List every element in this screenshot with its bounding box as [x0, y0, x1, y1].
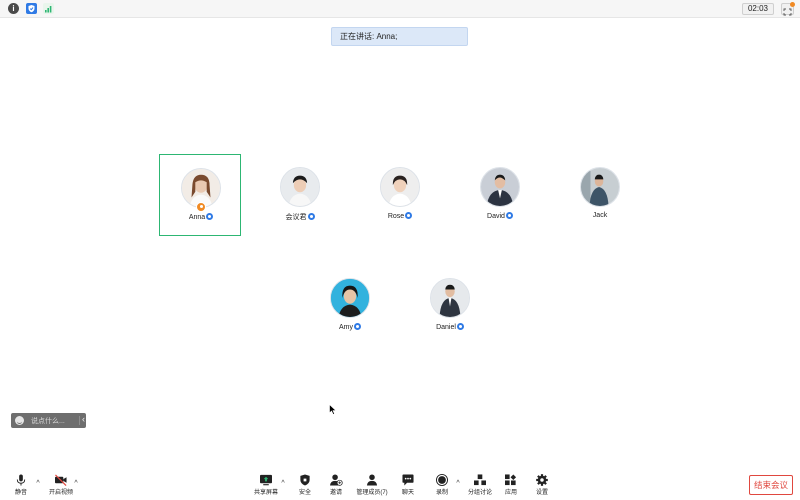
- member-badge-icon: [354, 323, 361, 330]
- end-meeting-button[interactable]: 结束会议: [749, 475, 793, 495]
- top-status-bar: i 02:03: [0, 0, 800, 18]
- apps-label: 应用: [504, 490, 517, 496]
- members-icon: [366, 474, 378, 486]
- chat-icon: [402, 474, 414, 486]
- notification-dot: [790, 2, 795, 7]
- settings-button[interactable]: 设置: [523, 474, 561, 496]
- chat-label: 聊天: [401, 490, 414, 496]
- host-icon: [196, 202, 206, 212]
- speaking-indicator: 正在讲话: Anna;: [331, 27, 468, 46]
- share-screen-icon: [260, 474, 272, 486]
- apps-icon: [505, 474, 517, 486]
- participant-name: Rose: [359, 212, 441, 220]
- invite-button[interactable]: 邀请: [317, 474, 355, 496]
- participant-tile-amy[interactable]: Amy: [309, 265, 391, 347]
- share-label: 共享屏幕: [253, 490, 278, 496]
- signal-icon[interactable]: [43, 3, 54, 14]
- manage-members-button[interactable]: 管理成员(7): [353, 474, 391, 496]
- video-label: 开启视频: [48, 490, 73, 496]
- video-options-caret-icon[interactable]: ^: [72, 480, 80, 487]
- member-badge-icon: [505, 212, 513, 219]
- add-user-icon: [330, 474, 343, 486]
- expand-icon[interactable]: [781, 2, 795, 16]
- security-label: 安全: [298, 490, 311, 496]
- shield-icon: [300, 474, 310, 486]
- avatar: [430, 278, 470, 318]
- emoji-icon[interactable]: [15, 416, 24, 425]
- avatar: [580, 167, 620, 207]
- participant-name: Amy: [309, 323, 391, 331]
- participant-tile-daniel[interactable]: Daniel: [409, 265, 491, 347]
- participant-tile-rose[interactable]: Rose: [359, 154, 441, 236]
- participant-tile-david[interactable]: David: [459, 154, 541, 236]
- settings-label: 设置: [535, 490, 548, 496]
- member-badge-icon: [456, 323, 464, 330]
- video-off-icon: [55, 474, 67, 486]
- record-label: 录制: [435, 490, 448, 496]
- participant-name: David: [459, 212, 541, 220]
- gear-icon: [536, 474, 548, 486]
- mute-options-caret-icon[interactable]: ^: [34, 480, 42, 487]
- shield-icon[interactable]: [26, 3, 37, 14]
- meeting-timer: 02:03: [741, 3, 774, 15]
- record-icon: [436, 474, 448, 486]
- avatar: [280, 167, 320, 207]
- avatar: [480, 167, 520, 207]
- invite-label: 邀请: [329, 490, 342, 496]
- participant-tile-huiyijun[interactable]: 会议君: [259, 154, 341, 236]
- avatar: [380, 167, 420, 207]
- chat-input[interactable]: 说点什么... ‹: [11, 413, 86, 428]
- avatar: [330, 278, 370, 318]
- members-label: 管理成员(7): [356, 490, 388, 496]
- member-badge-icon: [206, 213, 214, 220]
- breakout-icon: [474, 474, 486, 486]
- member-badge-icon: [405, 212, 413, 219]
- participant-name: Anna: [160, 213, 242, 221]
- info-icon[interactable]: i: [8, 3, 19, 14]
- divider: [79, 416, 80, 425]
- chat-placeholder: 说点什么...: [31, 418, 65, 425]
- mouse-cursor-icon: [329, 404, 337, 415]
- participant-tile-anna[interactable]: Anna: [159, 154, 241, 236]
- collapse-chevron-icon[interactable]: ‹: [82, 414, 85, 424]
- member-badge-icon: [307, 213, 315, 220]
- chat-button[interactable]: 聊天: [389, 474, 427, 496]
- participant-name: 会议君: [259, 212, 341, 222]
- participant-name: Daniel: [409, 323, 491, 331]
- breakout-label: 分组讨论: [467, 490, 492, 496]
- microphone-icon: [16, 474, 26, 486]
- mute-label: 静音: [14, 490, 27, 496]
- participant-name: Jack: [592, 212, 608, 219]
- participant-tile-jack[interactable]: Jack: [559, 154, 641, 236]
